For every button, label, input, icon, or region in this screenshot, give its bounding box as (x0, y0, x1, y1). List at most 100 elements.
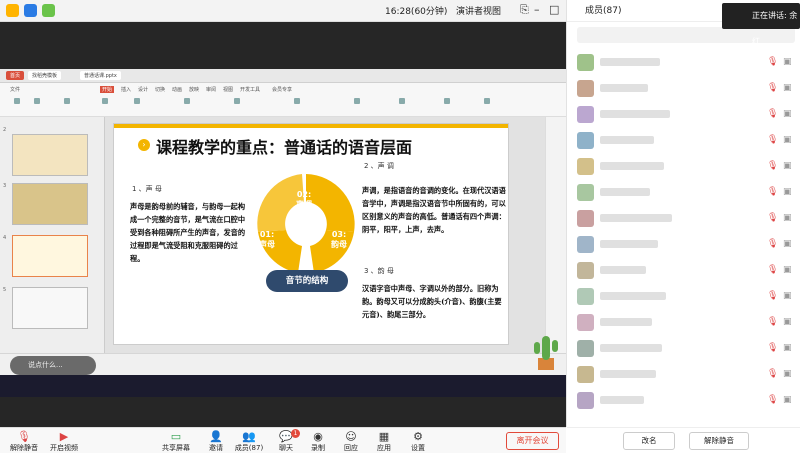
view-switch[interactable]: 演讲者视图 (456, 4, 501, 17)
info-icon[interactable] (6, 4, 19, 17)
camera-off-icon[interactable]: ▣ (783, 343, 792, 353)
tab-home[interactable]: 首页 (6, 71, 25, 80)
leave-meeting-button[interactable]: 离开会议 (506, 432, 559, 450)
avatar (577, 340, 594, 357)
font-icon[interactable] (184, 98, 190, 104)
maximize-icon[interactable]: □ (549, 3, 559, 16)
minimize-icon[interactable]: – (534, 3, 540, 16)
slide-thumbnail[interactable] (12, 287, 88, 329)
layout-icon[interactable] (134, 98, 140, 104)
member-row[interactable]: 🎙 ▣ (567, 182, 800, 202)
mic-muted-icon[interactable]: 🎙 (767, 239, 778, 249)
member-row[interactable]: 🎙 ▣ (567, 364, 800, 384)
camera-off-icon[interactable]: ▣ (783, 161, 792, 171)
member-row[interactable]: 🎙 ▣ (567, 286, 800, 306)
menu-devtools[interactable]: 开发工具 (240, 86, 260, 93)
menu-animation[interactable]: 动画 (172, 86, 182, 93)
member-name (600, 396, 644, 404)
camera-off-icon[interactable]: ▣ (783, 57, 792, 67)
member-row[interactable]: 🎙 ▣ (567, 312, 800, 332)
menu-vip[interactable]: 会员专享 (272, 86, 292, 93)
mic-muted-icon[interactable]: 🎙 (767, 213, 778, 223)
picture-icon[interactable] (444, 98, 450, 104)
member-row[interactable]: 🎙 ▣ (567, 52, 800, 72)
cut-icon[interactable] (34, 98, 40, 104)
menu-transition[interactable]: 切换 (155, 86, 165, 93)
tab-template[interactable]: 找稻壳模板 (28, 71, 62, 80)
camera-off-icon[interactable]: ▣ (783, 213, 792, 223)
paste-icon[interactable] (14, 98, 20, 104)
slide-thumbnail[interactable] (12, 183, 88, 225)
member-row[interactable]: 🎙 ▣ (567, 156, 800, 176)
camera-off-icon[interactable]: ▣ (783, 265, 792, 275)
member-row[interactable]: 🎙 ▣ (567, 338, 800, 358)
video-button[interactable]: ▶ 开启视频 (44, 430, 84, 453)
rename-button[interactable]: 改名 (623, 432, 675, 450)
member-row[interactable]: 🎙 ▣ (567, 130, 800, 150)
mic-muted-icon[interactable]: 🎙 (767, 291, 778, 301)
members-footer: 改名 解除静音 (567, 427, 800, 453)
share-screen-button[interactable]: ▭ 共享屏幕 (156, 430, 196, 453)
menu-slideshow[interactable]: 放映 (189, 86, 199, 93)
slide-thumbnails[interactable]: 2 3 4 5 (0, 117, 105, 353)
mic-muted-icon[interactable]: 🎙 (767, 265, 778, 275)
camera-off-icon[interactable]: ▣ (783, 369, 792, 379)
slide-thumbnail-selected[interactable] (12, 235, 88, 277)
format-painter-icon[interactable] (64, 98, 70, 104)
member-row[interactable]: 🎙 ▣ (567, 104, 800, 124)
mic-muted-icon[interactable]: 🎙 (767, 83, 778, 93)
slide[interactable]: › 课程教学的重点：普通话的语音层面 1 、声 母 声母是韵母前的辅音，与韵母一… (113, 123, 509, 345)
mic-muted-icon[interactable]: 🎙 (767, 161, 778, 171)
unmute-button[interactable]: 🎙 解除静音 (4, 430, 44, 453)
ring-label-1: 01: 声母 (259, 230, 275, 249)
member-search-input[interactable] (577, 27, 795, 43)
camera-off-icon[interactable]: ▣ (783, 187, 792, 197)
slide-thumbnail[interactable] (12, 134, 88, 176)
camera-off-icon[interactable]: ▣ (783, 83, 792, 93)
camera-off-icon[interactable]: ▣ (783, 395, 792, 405)
settings-button[interactable]: ⚙ 设置 (398, 430, 438, 453)
camera-off-icon[interactable]: ▣ (783, 135, 792, 145)
mic-muted-icon[interactable]: 🎙 (767, 187, 778, 197)
section1-head: 1 、声 母 (132, 185, 162, 193)
bold-icon[interactable] (234, 98, 240, 104)
find-icon[interactable] (484, 98, 490, 104)
mic-muted-icon[interactable]: 🎙 (767, 317, 778, 327)
shield-icon[interactable] (24, 4, 37, 17)
mic-muted-icon[interactable]: 🎙 (767, 135, 778, 145)
member-row[interactable]: 🎙 ▣ (567, 234, 800, 254)
menu-design[interactable]: 设计 (138, 86, 148, 93)
member-row[interactable]: 🎙 ▣ (567, 208, 800, 228)
menu-file[interactable]: 文件 (10, 86, 20, 93)
unmute-all-button[interactable]: 解除静音 (689, 432, 749, 450)
shape-icon[interactable] (399, 98, 405, 104)
comment-input[interactable]: 说点什么... (10, 356, 96, 375)
menu-view[interactable]: 视图 (223, 86, 233, 93)
menu-home[interactable]: 开始 (100, 86, 115, 93)
meeting-timer[interactable]: 16:28(60分钟) (385, 4, 447, 17)
mic-muted-icon[interactable]: 🎙 (767, 343, 778, 353)
member-row[interactable]: 🎙 ▣ (567, 78, 800, 98)
mic-muted-icon[interactable]: 🎙 (767, 395, 778, 405)
member-row[interactable]: 🎙 ▣ (567, 390, 800, 410)
new-slide-icon[interactable] (102, 98, 108, 104)
menu-review[interactable]: 审阅 (206, 86, 216, 93)
mic-muted-icon[interactable]: 🎙 (767, 109, 778, 119)
menu-insert[interactable]: 插入 (121, 86, 131, 93)
pin-icon[interactable]: ⎘ (520, 3, 529, 17)
ring-label-3: 03: 韵母 (331, 230, 347, 249)
avatar (577, 54, 594, 71)
tab-file[interactable]: 普通话课.pptx (80, 71, 121, 80)
member-row[interactable]: 🎙 ▣ (567, 260, 800, 280)
members-button[interactable]: 👥 成员(87) (229, 430, 269, 453)
camera-off-icon[interactable]: ▣ (783, 239, 792, 249)
mic-muted-icon[interactable]: 🎙 (767, 369, 778, 379)
camera-off-icon[interactable]: ▣ (783, 109, 792, 119)
mic-muted-icon[interactable]: 🎙 (767, 57, 778, 67)
camera-off-icon[interactable]: ▣ (783, 291, 792, 301)
align-icon[interactable] (294, 98, 300, 104)
camera-off-icon[interactable]: ▣ (783, 317, 792, 327)
textbox-icon[interactable] (354, 98, 360, 104)
ppt-side-tools[interactable] (545, 117, 566, 353)
windows-taskbar (0, 375, 566, 397)
